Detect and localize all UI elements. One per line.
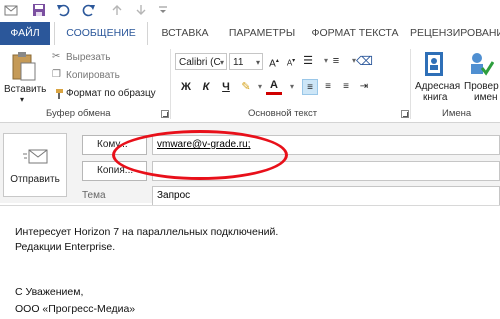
ribbon-tabs: ФАЙЛ СООБЩЕНИЕ ВСТАВКА ПАРАМЕТРЫ ФОРМАТ … <box>0 22 500 46</box>
quick-access-toolbar <box>0 0 500 22</box>
outlook-mail-icon <box>4 5 18 16</box>
chevron-down-icon: ▾ <box>255 58 260 67</box>
bold-button[interactable]: Ж <box>178 79 194 95</box>
clipboard-group-label: Буфер обмена <box>46 108 111 119</box>
shrink-font-icon[interactable]: A▾ <box>283 53 299 69</box>
font-name-value: Calibri (С <box>179 57 221 68</box>
tab-file[interactable]: ФАЙЛ <box>0 22 50 45</box>
body-line: Редакции Enterprise. <box>15 241 116 253</box>
up-arrow-icon[interactable] <box>110 3 124 17</box>
address-book-label: Адресная <box>415 81 461 92</box>
font-size-combo[interactable]: 11 ▾ <box>229 53 263 70</box>
cut-label: Вырезать <box>66 52 111 63</box>
body-line: Интересует Horizon 7 на параллельных под… <box>15 226 279 238</box>
indent-icon[interactable]: ⇥ <box>356 79 372 95</box>
font-size-value: 11 <box>233 57 244 68</box>
undo-icon[interactable] <box>56 3 70 17</box>
down-arrow-icon[interactable] <box>134 3 148 17</box>
subject-field[interactable]: Запрос <box>152 186 500 206</box>
copy-button[interactable]: ❐ Копировать <box>52 69 142 83</box>
scissors-icon: ✂ <box>52 51 61 62</box>
to-recipient[interactable]: vmware@v-grade.ru; <box>157 139 251 150</box>
address-book-button[interactable]: Адресная книга <box>413 48 460 104</box>
paste-label: Вставить <box>4 84 47 95</box>
cut-button[interactable]: ✂ Вырезать <box>52 51 142 65</box>
tab-format-text[interactable]: ФОРМАТ ТЕКСТА <box>303 22 407 45</box>
group-separator <box>410 49 411 119</box>
customize-icon[interactable] <box>156 3 170 17</box>
send-button[interactable]: Отправить <box>3 133 67 197</box>
check-names-button[interactable]: Провер имен <box>462 48 500 104</box>
group-separator <box>170 49 171 119</box>
redo-icon[interactable] <box>82 3 96 17</box>
format-painter-icon <box>56 89 63 99</box>
paste-dropdown-arrow[interactable]: ▾ <box>20 95 24 104</box>
underline-button[interactable]: Ч <box>218 79 234 95</box>
clipboard-launcher-icon[interactable] <box>161 110 169 118</box>
chevron-down-icon: ▾ <box>219 58 224 67</box>
bullets-icon[interactable]: ☰ <box>300 53 316 69</box>
tab-options[interactable]: ПАРАМЕТРЫ <box>222 22 302 45</box>
copy-label: Копировать <box>66 70 120 81</box>
address-book-label-2: книга <box>423 92 448 103</box>
to-field[interactable]: vmware@v-grade.ru; <box>152 135 500 155</box>
font-color-icon[interactable]: A <box>266 79 282 95</box>
compose-header: Отправить Кому... vmware@v-grade.ru; Коп… <box>0 123 500 206</box>
names-group-label: Имена <box>442 108 472 119</box>
check-names-label: Провер <box>464 81 499 92</box>
format-painter-label: Формат по образцу <box>66 88 156 99</box>
save-icon[interactable] <box>32 3 46 17</box>
font-name-combo[interactable]: Calibri (С ▾ <box>175 53 227 70</box>
grow-font-icon[interactable]: A▴ <box>266 53 282 69</box>
to-button[interactable]: Кому... <box>82 135 147 155</box>
chevron-down-icon[interactable]: ▾ <box>284 79 300 95</box>
tab-review[interactable]: РЕЦЕНЗИРОВАНИ <box>410 22 500 45</box>
body-line: ООО «Прогресс-Медиа» <box>15 303 136 315</box>
paste-button[interactable]: Вставить ▾ <box>4 49 47 105</box>
italic-button[interactable]: К <box>198 79 214 95</box>
basic-text-group-label: Основной текст <box>248 108 318 119</box>
align-left-icon[interactable]: ≡ <box>302 79 318 95</box>
message-body[interactable]: Интересует Horizon 7 на параллельных под… <box>0 205 500 319</box>
ribbon: Вставить ▾ ✂ Вырезать ❐ Копировать Форма… <box>0 45 500 123</box>
cc-button[interactable]: Копия... <box>82 161 147 181</box>
align-right-icon[interactable]: ≡ <box>338 79 354 95</box>
clear-formatting-icon[interactable]: ⌫ <box>356 53 373 69</box>
copy-icon: ❐ <box>52 69 61 80</box>
align-center-icon[interactable]: ≡ <box>320 79 336 95</box>
format-painter-button[interactable]: Формат по образцу <box>52 87 162 101</box>
basic-text-launcher-icon[interactable] <box>401 110 409 118</box>
cc-field[interactable] <box>152 161 500 181</box>
subject-label: Тема <box>82 190 106 201</box>
tab-insert[interactable]: ВСТАВКА <box>150 22 220 45</box>
body-line: С Уважением, <box>15 286 84 298</box>
send-label: Отправить <box>10 174 60 185</box>
paste-icon <box>12 52 36 81</box>
numbering-icon[interactable]: ≡ <box>328 53 344 69</box>
tab-message[interactable]: СООБЩЕНИЕ <box>54 22 148 46</box>
check-names-label-2: имен <box>474 92 498 103</box>
address-book-icon <box>425 52 443 76</box>
check-names-icon <box>471 53 494 76</box>
send-icon <box>23 149 48 164</box>
